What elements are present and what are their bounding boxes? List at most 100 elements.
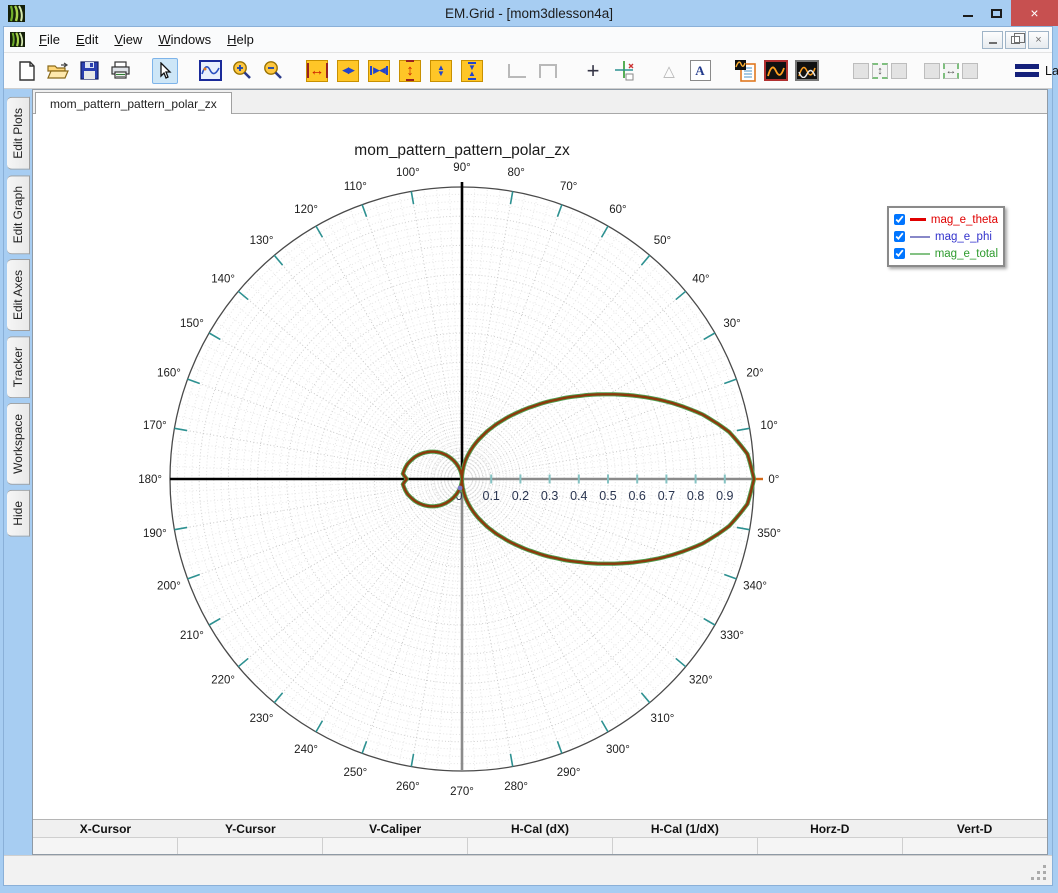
- pointer-cursor-icon: [160, 61, 172, 79]
- svg-text:240°: 240°: [294, 744, 318, 756]
- legend-entry-mag_e_total: mag_e_total: [894, 245, 998, 262]
- legend-label: mag_e_theta: [930, 213, 998, 226]
- zoom-in-button[interactable]: [228, 58, 254, 84]
- sidebar-tab-tracker[interactable]: Tracker: [7, 336, 30, 399]
- menu-file[interactable]: File: [31, 29, 68, 50]
- legend-label: mag_e_total: [934, 247, 998, 260]
- sidebar-tab-hide[interactable]: Hide: [7, 490, 30, 537]
- svg-text:30°: 30°: [723, 318, 740, 330]
- compress-y-button[interactable]: ▼ ▲: [459, 58, 485, 84]
- add-axes-marker-button[interactable]: [611, 58, 637, 84]
- fit-v-button[interactable]: ↕: [872, 62, 888, 79]
- layout-dropdown[interactable]: Layout ▼: [1009, 61, 1058, 81]
- fit-h-icon: ↔: [945, 64, 957, 77]
- zoom-out-button[interactable]: [259, 58, 285, 84]
- document-tab[interactable]: mom_pattern_pattern_polar_zx: [35, 92, 232, 114]
- svg-text:70°: 70°: [560, 181, 577, 193]
- legend-label: mag_e_phi: [935, 230, 992, 243]
- legend-entry-mag_e_phi: mag_e_phi: [894, 228, 998, 245]
- menu-view[interactable]: View: [106, 29, 150, 50]
- layout-icon: [1015, 64, 1039, 77]
- svg-text:60°: 60°: [609, 204, 626, 216]
- svg-text:80°: 80°: [507, 167, 524, 179]
- open-file-button[interactable]: [45, 58, 71, 84]
- close-button[interactable]: ×: [1011, 0, 1058, 26]
- svg-text:0°: 0°: [768, 474, 779, 486]
- legend-checkbox-mag_e_total[interactable]: [894, 248, 905, 259]
- add-text-label-button[interactable]: A: [687, 58, 713, 84]
- compress-x-button[interactable]: ▶◀: [366, 58, 392, 84]
- sidebar-tab-edit-axes[interactable]: Edit Axes: [7, 259, 30, 332]
- svg-text:350°: 350°: [757, 528, 781, 540]
- scroll-x-button[interactable]: ◀▶: [335, 58, 361, 84]
- caliper-corner-1-button[interactable]: [504, 58, 530, 84]
- fit-h-right-button[interactable]: [962, 62, 978, 79]
- scroll-y-button[interactable]: ▲ ▼: [428, 58, 454, 84]
- open-folder-icon: [47, 62, 69, 79]
- sidebar-tab-edit-plots[interactable]: Edit Plots: [7, 97, 30, 170]
- menu-edit[interactable]: Edit: [68, 29, 106, 50]
- sidebar-tab-edit-graph[interactable]: Edit Graph: [7, 174, 30, 255]
- plot-panel: mom_pattern_pattern_polar_zx 0° 10° 20° 30°…: [32, 89, 1048, 855]
- expand-y-icon: ↕: [406, 60, 414, 81]
- report-button[interactable]: [732, 58, 758, 84]
- mdi-restore-icon: [1011, 32, 1025, 44]
- svg-text:220°: 220°: [211, 674, 235, 686]
- mdi-minimize-button[interactable]: [982, 30, 1003, 49]
- minimize-icon: [962, 15, 973, 17]
- mdi-restore-button[interactable]: [1005, 30, 1026, 49]
- tracker-header: Horz-D: [810, 822, 850, 836]
- zoom-out-icon: [263, 61, 282, 79]
- caliper-corner-1-icon: [508, 63, 526, 78]
- svg-text:310°: 310°: [651, 713, 675, 725]
- expand-x-button[interactable]: ↔: [304, 58, 330, 84]
- crosshair-icon: +: [586, 57, 600, 83]
- resize-grip[interactable]: [1031, 865, 1046, 880]
- maximize-button[interactable]: [982, 0, 1011, 26]
- menu-bar: File Edit View Windows Help ×: [4, 27, 1052, 53]
- compress-y-icon: ▼ ▲: [468, 61, 476, 80]
- axes-marker-icon: [615, 60, 634, 80]
- legend-checkbox-mag_e_theta[interactable]: [894, 214, 905, 225]
- fit-h-left-button[interactable]: [924, 62, 940, 79]
- print-button[interactable]: [107, 58, 133, 84]
- tracker-header: H-Cal (1/dX): [650, 822, 719, 836]
- svg-text:0.6: 0.6: [629, 489, 646, 503]
- app-window: EM.Grid - [mom3dlesson4a] × File Edit View…: [0, 0, 1058, 893]
- new-document-button[interactable]: [14, 58, 40, 84]
- svg-text:20°: 20°: [746, 367, 763, 379]
- plot-style-multi-button[interactable]: [794, 58, 820, 84]
- pointer-select-button[interactable]: [152, 57, 178, 84]
- svg-text:250°: 250°: [343, 767, 367, 779]
- minimize-button[interactable]: [953, 0, 982, 26]
- fit-h-button[interactable]: ↔: [943, 62, 959, 79]
- plot-properties-button[interactable]: [197, 58, 223, 84]
- save-button[interactable]: [76, 58, 102, 84]
- tracker-header: X-Cursor: [79, 822, 132, 836]
- legend-checkbox-mag_e_phi[interactable]: [894, 231, 905, 242]
- fit-v-left-button[interactable]: [853, 62, 869, 79]
- tracker-headers: X-Cursor Y-Cursor V-Caliper H-Cal (dX) H-Cal…: [33, 820, 1047, 837]
- new-document-icon: [19, 60, 35, 81]
- svg-text:50°: 50°: [654, 235, 671, 247]
- plot-waveform-icon: [198, 60, 222, 81]
- caliper-corner-2-button[interactable]: [535, 58, 561, 84]
- svg-text:140°: 140°: [211, 274, 235, 286]
- plot-style-dark-button[interactable]: [763, 58, 789, 84]
- expand-y-button[interactable]: ↕: [397, 58, 423, 84]
- svg-text:0.5: 0.5: [599, 489, 616, 503]
- fit-v-right-button[interactable]: [891, 62, 907, 79]
- svg-text:100°: 100°: [396, 167, 420, 179]
- dark-waveform-icon: [767, 66, 785, 76]
- dark-multi-waveform-icon: [798, 66, 816, 78]
- menu-windows[interactable]: Windows: [150, 29, 219, 50]
- menu-help[interactable]: Help: [219, 29, 262, 50]
- tracker-bar: X-Cursor Y-Cursor V-Caliper H-Cal (dX) H-Cal…: [33, 819, 1047, 854]
- sidebar-tab-workspace[interactable]: Workspace: [7, 403, 30, 486]
- add-triangle-marker-button[interactable]: △: [656, 58, 682, 84]
- svg-text:320°: 320°: [689, 674, 713, 686]
- add-crosshair-button[interactable]: +: [580, 58, 606, 84]
- svg-text:90°: 90°: [453, 162, 470, 174]
- svg-text:230°: 230°: [250, 713, 274, 725]
- mdi-close-button[interactable]: ×: [1028, 30, 1049, 49]
